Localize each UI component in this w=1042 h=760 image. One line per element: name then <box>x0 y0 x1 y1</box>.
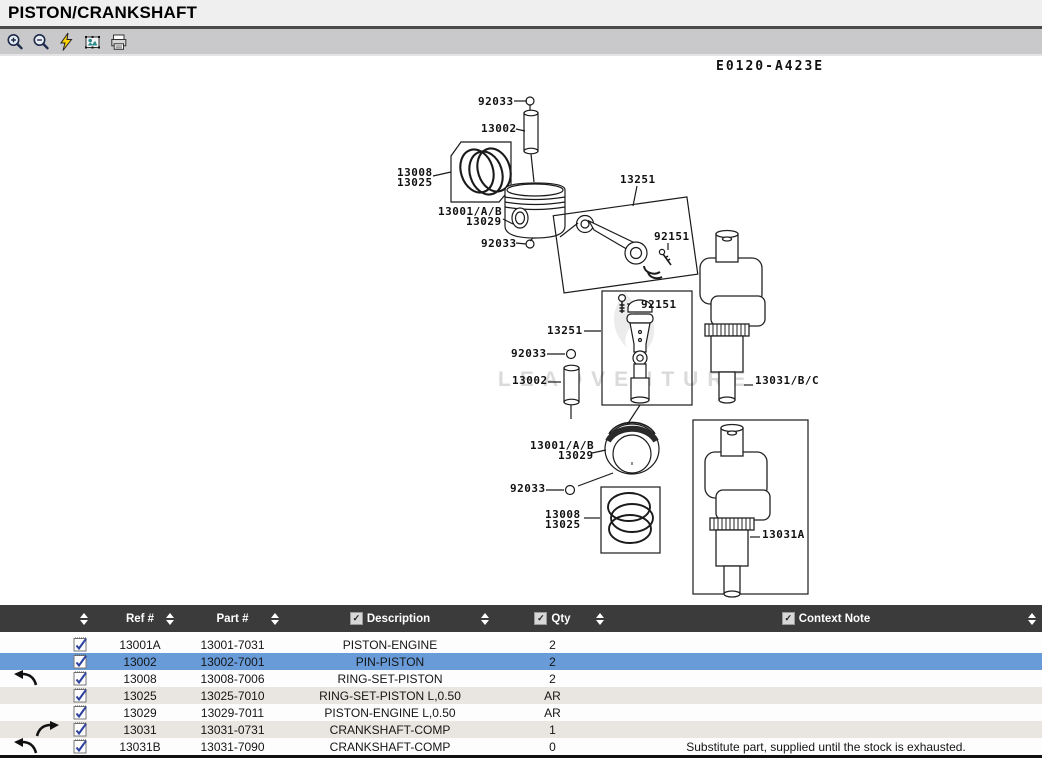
table-row[interactable]: 13008 13008-7006 RING-SET-PISTON 2 <box>0 670 1042 687</box>
part-cell: 13002-7001 <box>180 655 285 669</box>
sort-icon <box>1028 613 1036 625</box>
qty-cell: AR <box>495 689 610 703</box>
header-icon-column[interactable] <box>0 605 100 632</box>
part-cell: 13031-0731 <box>180 723 285 737</box>
part-label-92033-3[interactable]: 92033 <box>511 347 547 360</box>
page-title: PISTON/CRANKSHAFT <box>8 3 197 23</box>
ref-cell: 13008 <box>100 672 180 686</box>
part-label-92033-2[interactable]: 92033 <box>481 237 517 250</box>
notes-icon[interactable] <box>72 738 89 758</box>
lightning-icon[interactable] <box>56 31 78 53</box>
part-label-13025-2[interactable]: 13025 <box>545 518 581 531</box>
table-body: 13001A 13001-7031 PISTON-ENGINE 2 13002 … <box>0 636 1042 755</box>
part-label-92151[interactable]: 92151 <box>654 230 690 243</box>
ref-cell: 13031B <box>100 740 180 754</box>
header-description[interactable]: ✓Description <box>285 605 495 632</box>
part-label-13031bc[interactable]: 13031/B/C <box>755 374 819 387</box>
ref-cell: 13031 <box>100 723 180 737</box>
table-row[interactable]: 13031B 13031-7090 CRANKSHAFT-COMP 0 Subs… <box>0 738 1042 755</box>
part-label-92033[interactable]: 92033 <box>478 95 514 108</box>
part-label-92033-4[interactable]: 92033 <box>510 482 546 495</box>
qty-cell: 0 <box>495 740 610 754</box>
description-cell: PISTON-ENGINE <box>285 638 495 652</box>
zoom-in-icon[interactable] <box>4 31 26 53</box>
parts-table: Ref # Part # ✓Description ✓Qty ✓Context … <box>0 605 1042 758</box>
part-label-13025[interactable]: 13025 <box>397 176 433 189</box>
part-label-13002[interactable]: 13002 <box>481 122 517 135</box>
header-ref[interactable]: Ref # <box>100 605 180 632</box>
qty-cell: 2 <box>495 638 610 652</box>
part-label-13251[interactable]: 13251 <box>620 173 656 186</box>
ref-cell: 13002 <box>100 655 180 669</box>
note-cell: Substitute part, supplied until the stoc… <box>610 740 1042 754</box>
part-label-13029[interactable]: 13029 <box>466 215 502 228</box>
ref-cell: 13001A <box>100 638 180 652</box>
print-icon[interactable] <box>108 31 130 53</box>
description-cell: PIN-PISTON <box>285 655 495 669</box>
title-bar: PISTON/CRANKSHAFT <box>0 0 1042 29</box>
sort-icon <box>80 613 88 625</box>
part-cell: 13001-7031 <box>180 638 285 652</box>
description-cell: RING-SET-PISTON <box>285 672 495 686</box>
table-row-selected[interactable]: 13002 13002-7001 PIN-PISTON 2 <box>0 653 1042 670</box>
qty-cell: 1 <box>495 723 610 737</box>
zoom-out-icon[interactable] <box>30 31 52 53</box>
sort-icon <box>166 613 174 625</box>
qty-cell: 2 <box>495 655 610 669</box>
sort-icon <box>481 613 489 625</box>
description-cell: RING-SET-PISTON L,0.50 <box>285 689 495 703</box>
part-label-13031a[interactable]: 13031A <box>762 528 805 541</box>
ref-cell: 13025 <box>100 689 180 703</box>
part-label-13002-2[interactable]: 13002 <box>512 374 548 387</box>
part-cell: 13008-7006 <box>180 672 285 686</box>
description-checkbox[interactable]: ✓ <box>350 612 363 625</box>
diagram-code: E0120-A423E <box>716 59 824 74</box>
sort-icon <box>596 613 604 625</box>
qty-cell: 2 <box>495 672 610 686</box>
description-cell: CRANKSHAFT-COMP <box>285 740 495 754</box>
part-cell: 13029-7011 <box>180 706 285 720</box>
description-cell: CRANKSHAFT-COMP <box>285 723 495 737</box>
table-row[interactable]: 13029 13029-7011 PISTON-ENGINE L,0.50 AR <box>0 704 1042 721</box>
header-qty[interactable]: ✓Qty <box>495 605 610 632</box>
part-cell: 13025-7010 <box>180 689 285 703</box>
table-row[interactable]: 13031 13031-0731 CRANKSHAFT-COMP 1 <box>0 721 1042 738</box>
description-cell: PISTON-ENGINE L,0.50 <box>285 706 495 720</box>
part-cell: 13031-7090 <box>180 740 285 754</box>
table-header: Ref # Part # ✓Description ✓Qty ✓Context … <box>0 605 1042 632</box>
qty-checkbox[interactable]: ✓ <box>534 612 547 625</box>
toolbar <box>0 29 1042 56</box>
ref-cell: 13029 <box>100 706 180 720</box>
qty-cell: AR <box>495 706 610 720</box>
sort-icon <box>271 613 279 625</box>
header-note[interactable]: ✓Context Note <box>610 605 1042 632</box>
table-row[interactable]: 13001A 13001-7031 PISTON-ENGINE 2 <box>0 636 1042 653</box>
back-arrow-icon <box>14 738 39 758</box>
note-checkbox[interactable]: ✓ <box>782 612 795 625</box>
part-label-92151-2[interactable]: 92151 <box>641 298 677 311</box>
part-label-13251-2[interactable]: 13251 <box>547 324 583 337</box>
image-tool-icon[interactable] <box>82 31 104 53</box>
part-label-13029-2[interactable]: 13029 <box>558 449 594 462</box>
table-row[interactable]: 13025 13025-7010 RING-SET-PISTON L,0.50 … <box>0 687 1042 704</box>
header-part[interactable]: Part # <box>180 605 285 632</box>
